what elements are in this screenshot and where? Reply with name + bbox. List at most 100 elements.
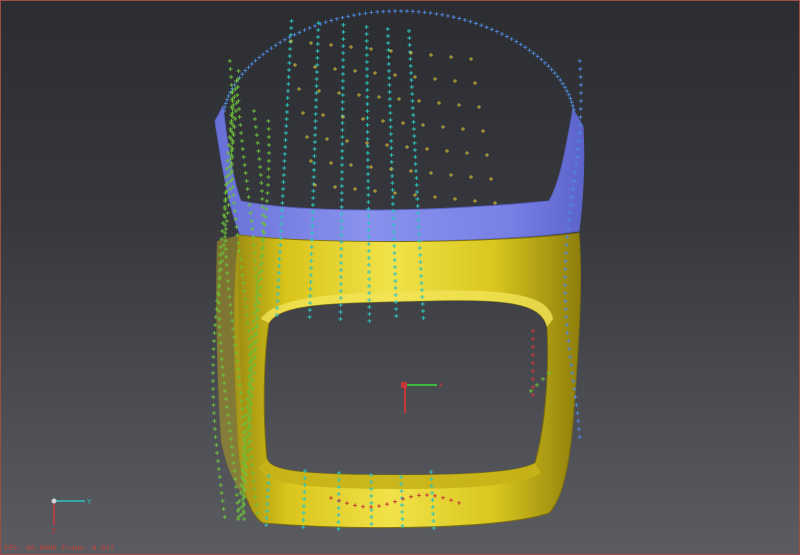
marker-cross <box>393 191 397 195</box>
marker-cross <box>289 19 294 23</box>
marker-cross <box>242 163 247 167</box>
marker-cross <box>333 185 337 189</box>
marker-cross <box>546 64 551 69</box>
marker-cross <box>408 57 413 61</box>
marker-cross <box>215 459 220 463</box>
marker-cross <box>293 63 297 67</box>
marker-cross <box>325 137 329 141</box>
marker-cross <box>302 28 307 33</box>
marker-cross <box>287 54 292 58</box>
marker-cross <box>479 23 484 28</box>
marker-cross <box>560 81 565 86</box>
marker-cross <box>212 419 217 423</box>
marker-cross <box>297 87 301 91</box>
marker-cross <box>283 131 288 135</box>
marker-cross <box>433 77 437 81</box>
marker-cross <box>365 81 370 85</box>
marker-cross <box>341 23 346 27</box>
marker-cross <box>388 104 393 108</box>
marker-cross <box>367 312 372 316</box>
marker-cross <box>415 190 420 194</box>
marker-cross <box>389 139 394 143</box>
marker-cross <box>314 77 319 81</box>
marker-cross <box>531 337 535 341</box>
marker-cross <box>237 499 242 503</box>
marker-cross <box>226 93 231 98</box>
marker-cross <box>243 171 248 175</box>
marker-cross <box>285 103 290 107</box>
marker-cross <box>387 83 392 87</box>
marker-cross <box>312 154 317 158</box>
marker-cross <box>381 119 385 123</box>
marker-cross <box>218 483 223 487</box>
rim-band[interactable] <box>214 104 585 243</box>
marker-cross <box>313 112 318 116</box>
marker-cross <box>367 305 372 309</box>
marker-cross <box>288 47 293 51</box>
marker-cross <box>345 139 349 143</box>
marker-cross <box>266 135 271 139</box>
marker-cross <box>385 34 390 38</box>
marker-cross <box>366 179 371 183</box>
marker-cross <box>340 72 345 76</box>
marker-cross <box>243 68 248 73</box>
marker-cross <box>541 377 545 381</box>
marker-cross <box>394 307 399 311</box>
marker-cross <box>316 28 321 32</box>
marker-cross <box>578 75 583 79</box>
pivot-gizmo[interactable]: x <box>401 381 443 413</box>
marker-cross <box>241 501 246 505</box>
marker-cross <box>283 138 288 142</box>
marker-cross <box>223 227 228 231</box>
marker-cross <box>373 71 377 75</box>
marker-cross <box>531 377 535 381</box>
marker-cross <box>341 30 346 34</box>
marker-cross <box>339 191 344 195</box>
marker-cross <box>340 149 345 153</box>
marker-cross <box>282 152 287 156</box>
marker-cross <box>339 170 344 174</box>
marker-cross <box>257 55 262 60</box>
marker-cross <box>411 120 416 124</box>
marker-cross <box>422 10 427 15</box>
marker-cross <box>409 85 414 89</box>
marker-cross <box>415 197 420 201</box>
marker-cross <box>311 189 316 193</box>
marker-cross <box>259 181 264 185</box>
marker-cross <box>346 14 351 19</box>
marker-cross <box>469 57 473 61</box>
marker-cross <box>565 89 570 94</box>
model-canvas[interactable]: x Y Z <box>1 1 799 554</box>
marker-cross <box>404 9 409 14</box>
marker-cross <box>413 75 417 79</box>
marker-cross <box>314 91 319 95</box>
marker-cross <box>237 115 242 119</box>
marker-cross <box>220 229 225 233</box>
marker-cross <box>365 141 369 145</box>
marker-cross <box>473 21 478 26</box>
marker-cross <box>340 121 345 125</box>
marker-cross <box>221 507 226 511</box>
marker-cross <box>217 475 222 479</box>
marker-cross <box>410 106 415 110</box>
marker-cross <box>389 146 394 150</box>
marker-cross <box>365 158 370 162</box>
marker-cross <box>409 78 414 82</box>
marker-cross <box>239 505 244 509</box>
marker-cross <box>255 141 260 145</box>
3d-viewport[interactable]: x Y Z FPS: 60.0000 Frame: 0.017 <box>0 0 800 555</box>
marker-cross <box>323 20 328 25</box>
marker-cross <box>365 137 370 141</box>
marker-cross <box>312 147 317 151</box>
marker-cross <box>228 67 233 71</box>
marker-cross <box>405 145 409 149</box>
marker-cross <box>266 127 271 131</box>
marker-cross <box>212 339 217 343</box>
marker-cross <box>224 219 229 223</box>
marker-cross <box>387 97 392 101</box>
marker-cross <box>235 93 240 97</box>
marker-cross <box>228 127 233 131</box>
marker-cross <box>542 60 547 65</box>
marker-cross <box>409 169 413 173</box>
marker-cross <box>313 133 318 137</box>
